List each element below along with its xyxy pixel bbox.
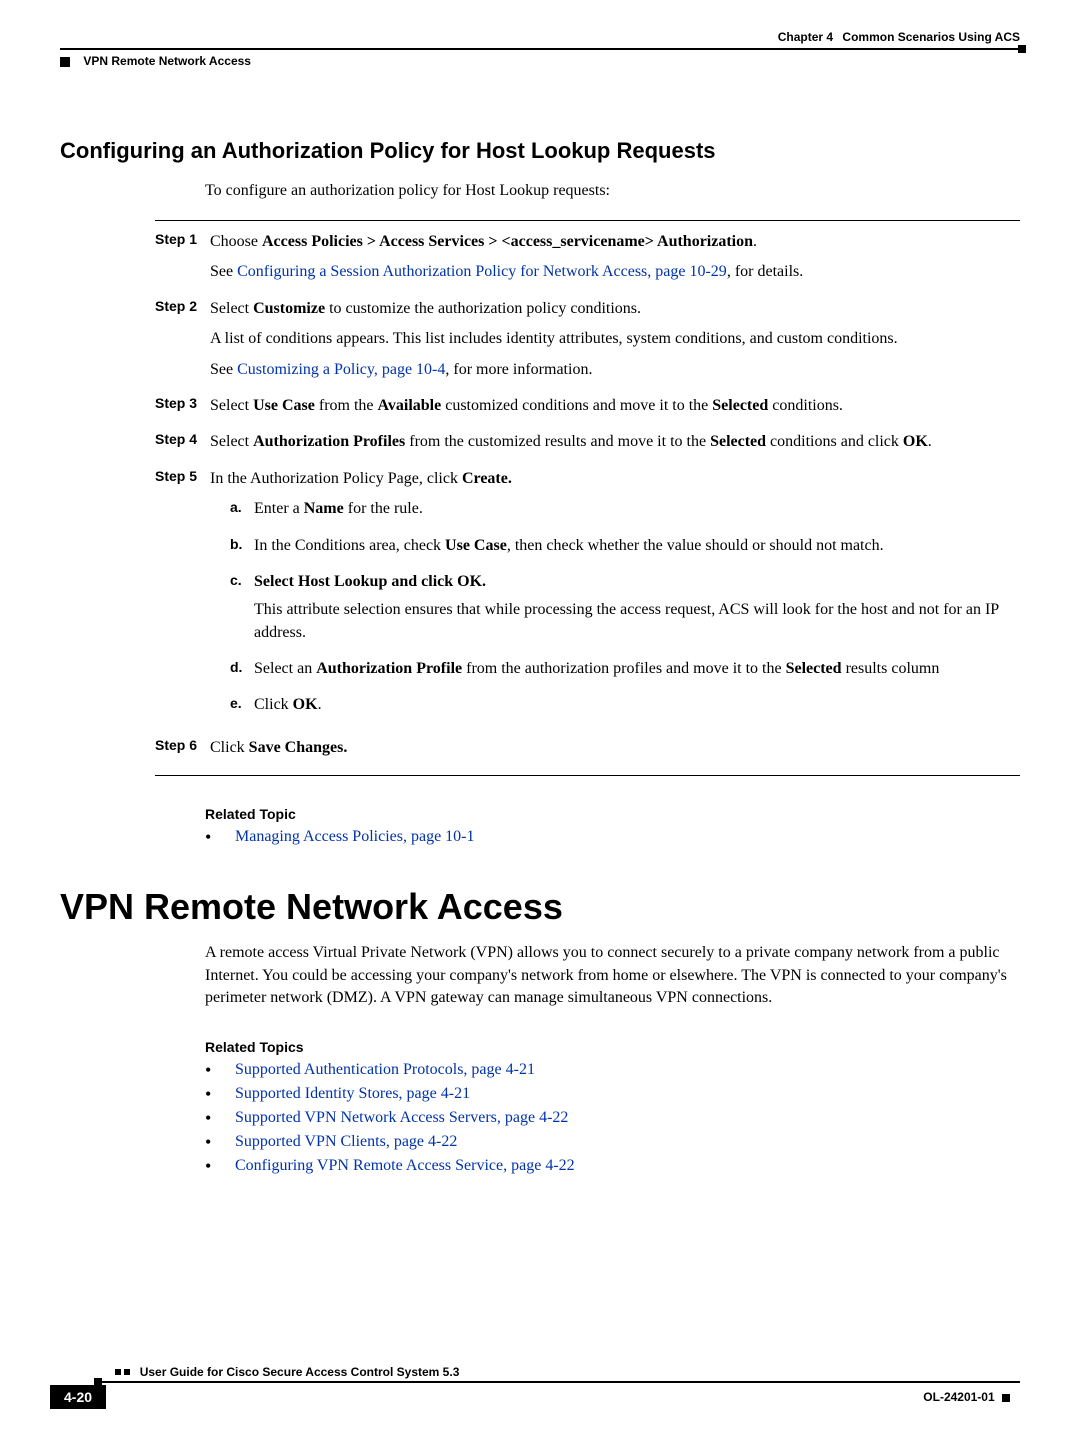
vpn-paragraph: A remote access Virtual Private Network …: [205, 942, 1020, 1009]
section-heading: Configuring an Authorization Policy for …: [60, 138, 1020, 164]
substep-body: Select Host Lookup and click OK.This att…: [254, 571, 1020, 650]
step-body: Choose Access Policies > Access Services…: [210, 231, 1020, 292]
step-row: Step 3Select Use Case from the Available…: [155, 395, 1020, 425]
related-topic-heading: Related Topic: [205, 806, 1020, 822]
cross-ref-link[interactable]: Supported Authentication Protocols, page…: [235, 1061, 535, 1078]
substep-row: c.Select Host Lookup and click OK.This a…: [230, 571, 1020, 650]
related-topic-list: •Managing Access Policies, page 10-1: [205, 828, 1020, 846]
substep-row: e.Click OK.: [230, 694, 1020, 722]
substep-body: Enter a Name for the rule.: [254, 498, 1020, 526]
step-body: Click Save Changes.: [210, 737, 1020, 767]
bullet-icon: •: [205, 1061, 235, 1079]
page-number: 4-20: [50, 1385, 106, 1409]
step-label: Step 3: [155, 395, 210, 425]
intro-text: To configure an authorization policy for…: [205, 182, 1020, 200]
step-label: Step 2: [155, 298, 210, 389]
substep-label: e.: [230, 694, 254, 722]
step-start-rule: [155, 220, 1020, 221]
doc-id: OL-24201-01: [923, 1390, 1010, 1404]
book-title: User Guide for Cisco Secure Access Contr…: [140, 1365, 460, 1379]
list-item: •Configuring VPN Remote Access Service, …: [205, 1157, 1020, 1175]
list-item: •Supported VPN Clients, page 4-22: [205, 1133, 1020, 1151]
step-label: Step 4: [155, 431, 210, 461]
step-body: Select Authorization Profiles from the c…: [210, 431, 1020, 461]
bullet-icon: •: [205, 1157, 235, 1175]
substeps: a.Enter a Name for the rule.b.In the Con…: [230, 498, 1020, 723]
main-heading: VPN Remote Network Access: [60, 886, 1020, 928]
list-item: •Supported Authentication Protocols, pag…: [205, 1061, 1020, 1079]
steps-list: Step 1Choose Access Policies > Access Se…: [155, 231, 1020, 767]
cross-ref-link[interactable]: Supported VPN Network Access Servers, pa…: [235, 1109, 568, 1126]
step-row: Step 4Select Authorization Profiles from…: [155, 431, 1020, 461]
step-row: Step 6Click Save Changes.: [155, 737, 1020, 767]
section-path: VPN Remote Network Access: [83, 54, 251, 68]
related-topics-list: •Supported Authentication Protocols, pag…: [205, 1061, 1020, 1175]
substep-label: c.: [230, 571, 254, 650]
substep-body: In the Conditions area, check Use Case, …: [254, 535, 1020, 563]
cross-ref-link[interactable]: Supported Identity Stores, page 4-21: [235, 1085, 470, 1102]
step-body: Select Use Case from the Available custo…: [210, 395, 1020, 425]
cross-ref-link[interactable]: Managing Access Policies, page 10-1: [235, 828, 475, 845]
step-row: Step 5In the Authorization Policy Page, …: [155, 468, 1020, 731]
substep-row: b.In the Conditions area, check Use Case…: [230, 535, 1020, 563]
related-topics-heading: Related Topics: [205, 1039, 1020, 1055]
bullet-icon: •: [205, 1085, 235, 1103]
breadcrumb: VPN Remote Network Access: [60, 54, 1020, 68]
list-item: •Managing Access Policies, page 10-1: [205, 828, 1020, 846]
substep-row: a.Enter a Name for the rule.: [230, 498, 1020, 526]
substep-body: Click OK.: [254, 694, 1020, 722]
step-label: Step 5: [155, 468, 210, 731]
step-row: Step 2Select Customize to customize the …: [155, 298, 1020, 389]
bullet-icon: •: [205, 1109, 235, 1127]
list-item: •Supported VPN Network Access Servers, p…: [205, 1109, 1020, 1127]
list-item: •Supported Identity Stores, page 4-21: [205, 1085, 1020, 1103]
step-body: In the Authorization Policy Page, click …: [210, 468, 1020, 731]
substep-label: b.: [230, 535, 254, 563]
cross-ref-link[interactable]: Configuring a Session Authorization Poli…: [237, 263, 727, 280]
footer-rule: [100, 1381, 1020, 1383]
substep-body: Select an Authorization Profile from the…: [254, 658, 1020, 686]
step-body: Select Customize to customize the author…: [210, 298, 1020, 389]
chapter-title: Common Scenarios Using ACS: [842, 30, 1020, 44]
page-header: Chapter 4 Common Scenarios Using ACS: [60, 30, 1020, 44]
substep-row: d.Select an Authorization Profile from t…: [230, 658, 1020, 686]
chapter-label: Chapter 4: [778, 30, 833, 44]
square-icon: [60, 57, 70, 67]
document-page: Chapter 4 Common Scenarios Using ACS VPN…: [0, 0, 1080, 1439]
bullet-icon: •: [205, 828, 235, 846]
cross-ref-link[interactable]: Supported VPN Clients, page 4-22: [235, 1133, 457, 1150]
header-rule: [60, 48, 1020, 50]
substep-label: a.: [230, 498, 254, 526]
step-end-rule: [155, 775, 1020, 776]
step-label: Step 1: [155, 231, 210, 292]
cross-ref-link[interactable]: Configuring VPN Remote Access Service, p…: [235, 1157, 575, 1174]
page-footer: User Guide for Cisco Secure Access Contr…: [60, 1365, 1020, 1409]
bullet-icon: •: [205, 1133, 235, 1151]
substep-label: d.: [230, 658, 254, 686]
cross-ref-link[interactable]: Customizing a Policy, page 10-4: [237, 361, 445, 378]
step-row: Step 1Choose Access Policies > Access Se…: [155, 231, 1020, 292]
step-label: Step 6: [155, 737, 210, 767]
